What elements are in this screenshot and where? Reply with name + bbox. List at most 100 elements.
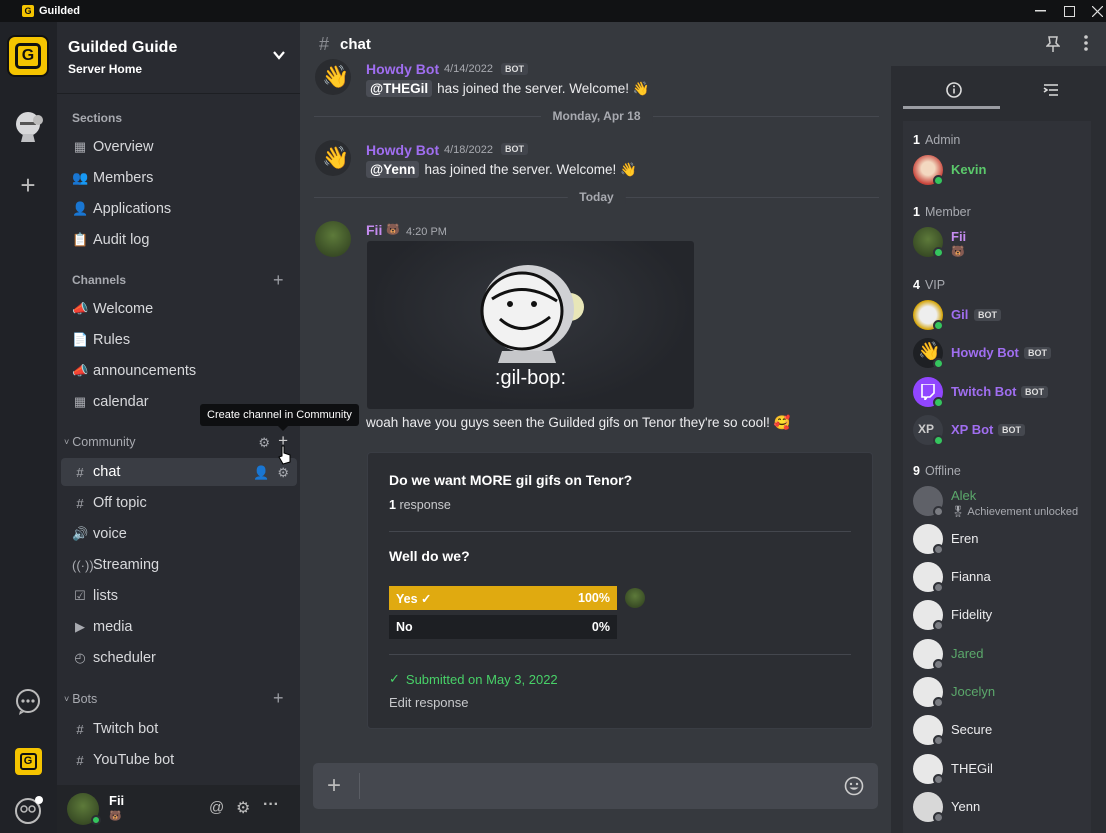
group-community[interactable]: ˅ Community (64, 435, 135, 449)
info-icon[interactable] (944, 80, 964, 100)
channel-twitch-bot[interactable]: # Twitch bot (61, 715, 297, 743)
maximize-button[interactable] (1054, 0, 1084, 22)
member-item[interactable]: Fianna (913, 560, 1088, 594)
message-composer[interactable]: + (313, 763, 878, 809)
nav-item-audit-log[interactable]: 📋 Audit log (61, 226, 297, 254)
more-options-icon[interactable] (1084, 35, 1088, 51)
channel-lists[interactable]: ☑ lists (61, 582, 297, 610)
member-item[interactable]: Kevin (913, 153, 1088, 187)
channel-welcome[interactable]: 📣 Welcome (61, 295, 297, 323)
member-item[interactable]: Alek 🎖 Achievement unlocked (913, 484, 1088, 518)
message-author[interactable]: Howdy Bot (366, 142, 439, 158)
online-status-dot (933, 175, 944, 186)
howdy-bot-avatar[interactable]: 👋 (315, 140, 351, 176)
member-item[interactable]: THEGil (913, 752, 1088, 786)
member-group-member: 1 Member (913, 205, 971, 219)
channel-sidebar: Guilded Guide Server Home Sections ▦ Over… (57, 22, 300, 833)
member-item[interactable]: Twitch Bot BOT (913, 375, 1088, 409)
friends-button[interactable] (7, 790, 49, 832)
chat-header: # chat (300, 22, 1106, 66)
announcement-icon: 📣 (72, 363, 89, 378)
channel-streaming[interactable]: ((·)) Streaming (61, 551, 297, 579)
member-group-vip: 4 VIP (913, 278, 946, 292)
gear-icon[interactable]: ⚙ (277, 465, 289, 481)
message-text: @THEGil has joined the server. Welcome! … (366, 80, 650, 97)
group-bots[interactable]: ˅ Bots (64, 692, 97, 706)
member-item[interactable]: 👋 Howdy Bot BOT (913, 336, 1088, 370)
offline-status-dot (933, 659, 944, 670)
channel-rules[interactable]: 📄 Rules (61, 326, 297, 354)
channel-off-topic[interactable]: # Off topic (61, 489, 297, 517)
guilded-home-button[interactable]: G (7, 35, 49, 77)
invite-user-icon[interactable]: 👤 (253, 465, 269, 481)
bot-badge: BOT (501, 143, 528, 155)
message-text: @Yenn has joined the server. Welcome! 👋 (366, 161, 637, 178)
edit-response-link[interactable]: Edit response (389, 695, 469, 710)
member-item[interactable]: Fidelity (913, 598, 1088, 632)
emoji-icon[interactable] (844, 776, 864, 796)
member-item[interactable]: Fii 🐻 (913, 225, 1088, 259)
member-item[interactable]: XP XP Bot BOT (913, 413, 1088, 447)
add-attachment-button[interactable]: + (327, 772, 341, 800)
guilded-button[interactable]: G (7, 740, 49, 782)
mention-icon[interactable]: @ (209, 799, 224, 816)
nav-item-members[interactable]: 👥 Members (61, 164, 297, 192)
poll-response-count: 1 response (389, 498, 451, 512)
offline-status-dot (933, 506, 944, 517)
more-options-icon[interactable]: ··· (263, 796, 279, 814)
channel-chat[interactable]: # chat 👤 ⚙ (61, 458, 297, 486)
pin-icon[interactable] (1046, 36, 1060, 52)
overview-icon: ▦ (73, 139, 87, 154)
add-server-button[interactable]: + (7, 164, 49, 206)
channel-media[interactable]: ▶ media (61, 613, 297, 641)
nav-item-applications[interactable]: 👤 Applications (61, 195, 297, 223)
tooltip: Create channel in Community (200, 404, 359, 431)
message-author[interactable]: Fii (366, 222, 382, 238)
chevron-down-icon[interactable] (272, 48, 286, 62)
voter-avatar[interactable] (625, 588, 645, 608)
member-item[interactable]: Secure (913, 713, 1088, 747)
fii-avatar[interactable] (315, 221, 351, 257)
user-mention[interactable]: @THEGil (366, 80, 433, 97)
applications-icon: 👤 (72, 201, 89, 216)
gear-icon[interactable]: ⚙ (236, 798, 250, 818)
panel-tabs (903, 66, 1091, 110)
online-status-dot (91, 815, 101, 825)
offline-status-dot (933, 544, 944, 555)
hash-icon: # (76, 721, 84, 737)
channel-youtube-bot[interactable]: # YouTube bot (61, 746, 297, 774)
server-guilded-guide-button[interactable] (7, 104, 49, 146)
channel-announcements[interactable]: 📣 announcements (61, 357, 297, 385)
member-item[interactable]: Jared (913, 637, 1088, 671)
hash-icon: # (76, 752, 84, 768)
message-time: 4/18/2022 (444, 144, 493, 156)
poll-title: Do we want MORE gil gifs on Tenor? (389, 472, 633, 488)
member-item[interactable]: Eren (913, 522, 1088, 556)
chat-area: # chat 👋 Howdy Bot 4/14/2022 BOT @THEGil… (300, 22, 1088, 833)
offline-status-dot (933, 774, 944, 785)
add-channel-button[interactable]: + (273, 270, 284, 291)
gif-embed[interactable]: :gil-bop: (367, 241, 694, 409)
poll-option-no[interactable]: No 0% (389, 615, 617, 639)
channel-scheduler[interactable]: ◴ scheduler (61, 644, 297, 672)
online-status-dot (933, 435, 944, 446)
thread-list-icon[interactable] (1041, 80, 1061, 100)
nav-item-overview[interactable]: ▦ Overview (61, 133, 297, 161)
minimize-button[interactable] (1025, 0, 1055, 22)
poll-option-yes[interactable]: Yes ✓ 100% (389, 586, 617, 610)
gear-icon[interactable]: ⚙ (258, 435, 270, 451)
message-author[interactable]: Howdy Bot (366, 61, 439, 77)
user-mention[interactable]: @Yenn (366, 161, 420, 178)
online-status-dot (933, 397, 944, 408)
channel-voice[interactable]: 🔊 voice (61, 520, 297, 548)
title-bar: G Guilded (0, 0, 1106, 22)
twitch-icon (921, 384, 935, 400)
howdy-bot-avatar[interactable]: 👋 (315, 59, 351, 95)
member-item[interactable]: Gil BOT (913, 298, 1088, 332)
member-item[interactable]: Jocelyn (913, 675, 1088, 709)
member-item[interactable]: Yenn (913, 790, 1088, 824)
close-button[interactable] (1082, 0, 1106, 22)
server-header[interactable]: Guilded Guide Server Home (57, 22, 300, 94)
add-channel-bots-button[interactable]: + (273, 688, 284, 709)
direct-messages-button[interactable] (7, 681, 49, 723)
